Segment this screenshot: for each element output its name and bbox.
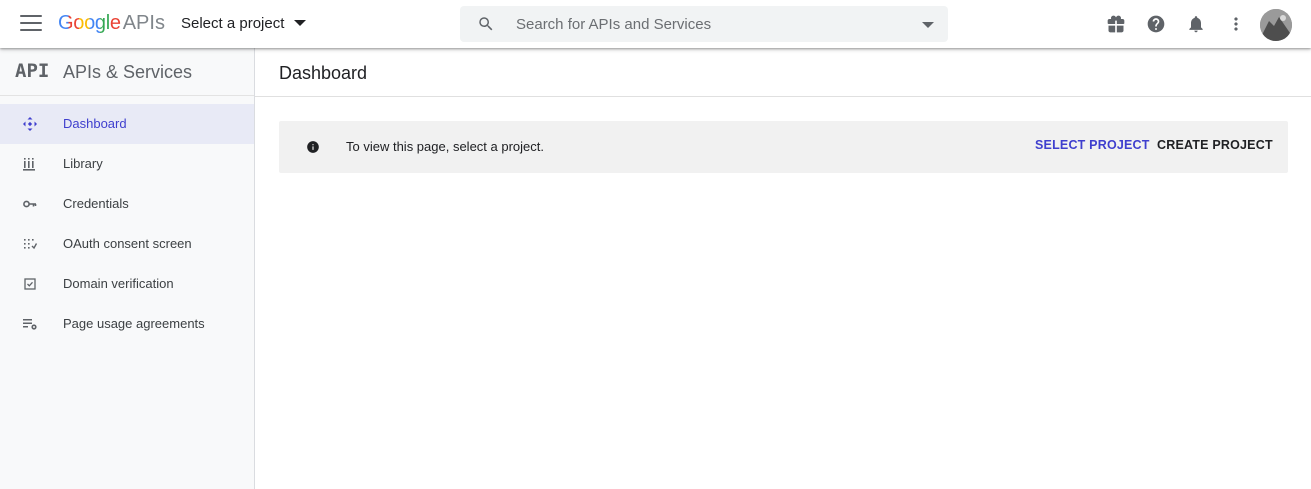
more-vert-icon[interactable] [1226,14,1246,34]
sidebar-item-label: Page usage agreements [63,316,205,331]
apis-wordmark: APIs [122,12,165,34]
dashboard-icon [23,117,37,131]
sidebar-item-dashboard[interactable]: Dashboard [0,104,254,144]
oauth-icon [24,239,38,250]
sidebar-header: API APIs & Services [0,48,254,96]
menu-icon[interactable] [20,15,42,33]
gift-icon[interactable] [1106,14,1126,34]
notifications-icon[interactable] [1186,14,1206,34]
google-apis-logo[interactable]: Google APIs [58,11,165,35]
sidebar-item-label: Dashboard [63,116,127,131]
banner-message: To view this page, select a project. [346,139,544,154]
page-usage-icon [23,319,37,330]
sidebar-item-label: Library [63,156,103,171]
main-content: Dashboard To view this page, select a pr… [255,48,1311,489]
info-icon [307,141,319,153]
domain-check-icon [24,278,36,290]
search-dropdown-icon[interactable] [922,22,934,28]
sidebar-item-label: Domain verification [63,276,174,291]
search-icon[interactable] [477,15,495,33]
library-icon [23,158,35,171]
sidebar-item-credentials[interactable]: Credentials [0,184,254,224]
select-project-button[interactable]: SELECT PROJECT [1035,138,1150,152]
search-input[interactable] [516,6,896,42]
select-project-banner: To view this page, select a project. SEL… [279,121,1288,173]
sidebar: API APIs & Services Dashboard Library Cr… [0,48,255,489]
create-project-button[interactable]: CREATE PROJECT [1157,138,1273,152]
project-selector-label: Select a project [181,15,285,32]
caret-down-icon [294,20,307,27]
page-title: Dashboard [279,63,368,83]
api-logo-icon: API [15,60,50,82]
sidebar-item-oauth-consent[interactable]: OAuth consent screen [0,224,254,264]
page-header: Dashboard [255,48,1311,97]
sidebar-item-label: OAuth consent screen [63,236,192,251]
project-selector[interactable]: Select a project [181,15,307,32]
help-icon[interactable] [1146,14,1166,34]
key-icon [23,200,37,208]
search-bar [460,6,948,42]
avatar-image [1260,9,1292,41]
google-wordmark: Google [58,12,121,34]
sidebar-item-page-usage[interactable]: Page usage agreements [0,304,254,344]
sidebar-title: APIs & Services [63,62,193,82]
sidebar-nav: Dashboard Library Credentials OAuth cons… [0,104,254,344]
sidebar-item-domain-verification[interactable]: Domain verification [0,264,254,304]
sidebar-item-label: Credentials [63,196,129,211]
account-avatar[interactable] [1260,9,1292,41]
sidebar-item-library[interactable]: Library [0,144,254,184]
top-app-bar: Google APIs Select a project [0,0,1311,48]
